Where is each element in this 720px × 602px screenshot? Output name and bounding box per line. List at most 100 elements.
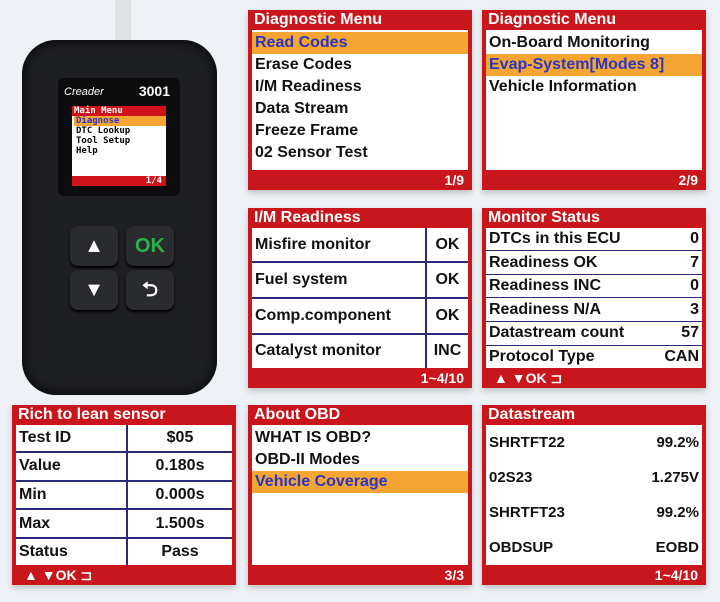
- row-value: 3: [653, 297, 702, 322]
- menu-item[interactable]: Evap-System[Modes 8]: [486, 54, 702, 76]
- table-row: SHRTFT23 99.2%: [486, 495, 702, 530]
- datastream-panel: Datastream SHRTFT22 99.2% 02S23 1.275V SHRTF…: [482, 405, 706, 585]
- row-label: SHRTFT23: [489, 504, 565, 521]
- obd-scanner-device: Creader 3001 Main Menu Diagnose DTC Looku…: [22, 40, 217, 395]
- device-screen-bezel: Creader 3001 Main Menu Diagnose DTC Looku…: [58, 78, 180, 196]
- back-button[interactable]: ⮌: [126, 270, 174, 310]
- row-value: OK: [424, 228, 468, 264]
- nav-footer: ▲ ▼OK ⊐: [494, 370, 563, 386]
- menu-item[interactable]: OBD-II Modes: [252, 449, 468, 471]
- lcd-title: Main Menu: [72, 106, 166, 116]
- row-label: Status: [19, 542, 68, 560]
- device-lcd: Main Menu Diagnose DTC Lookup Tool Setup He…: [72, 106, 166, 186]
- table-row: Datastream count 57: [486, 321, 702, 346]
- menu-item[interactable]: Erase Codes: [252, 54, 468, 76]
- menu-item[interactable]: I/M Readiness: [252, 76, 468, 98]
- table-row: Comp.component OK: [252, 297, 468, 335]
- table-row: Misfire monitor OK: [252, 228, 468, 264]
- nav-footer: ▲ ▼OK ⊐: [24, 567, 93, 583]
- row-label: Min: [16, 480, 128, 511]
- down-button[interactable]: ▼: [70, 270, 118, 310]
- row-label: Max: [16, 509, 128, 539]
- menu-item[interactable]: WHAT IS OBD?: [252, 427, 468, 449]
- row-label: Catalyst monitor: [255, 342, 382, 360]
- table-row: 02S23 1.275V: [486, 460, 702, 495]
- row-label: Comp.component: [252, 297, 426, 335]
- panel-title: Datastream: [488, 406, 576, 423]
- im-readiness-panel: I/M Readiness Misfire monitor OK Fuel syst…: [248, 208, 472, 388]
- row-label: SHRTFT22: [489, 434, 565, 451]
- table-row: Fuel system OK: [252, 262, 468, 299]
- rich-to-lean-sensor-panel: Rich to lean sensor Test ID $05 Value 0.180…: [12, 405, 236, 585]
- table-row: Readiness INC 0: [486, 274, 702, 299]
- diagnostic-menu-panel-1: Diagnostic Menu Read Codes Erase Codes I/M…: [248, 10, 472, 190]
- monitor-status-panel: Monitor Status DTCs in this ECU 0 Readines…: [482, 208, 706, 388]
- panel-title: Diagnostic Menu: [254, 11, 383, 28]
- table-row: Max 1.500s: [16, 509, 232, 539]
- table-row: DTCs in this ECU 0: [486, 228, 702, 252]
- row-value: Pass: [126, 537, 232, 565]
- table-row: Catalyst monitor INC: [252, 333, 468, 368]
- row-label: 02S23: [489, 469, 533, 486]
- page-indicator: 2/9: [678, 172, 698, 188]
- menu-item[interactable]: Data Stream: [252, 98, 468, 120]
- row-value: OK: [424, 262, 468, 299]
- row-value: 57: [653, 321, 702, 346]
- menu-item[interactable]: Freeze Frame: [252, 120, 468, 142]
- panel-title: Monitor Status: [488, 209, 600, 226]
- row-label: Datastream count: [486, 321, 654, 346]
- row-label: Readiness INC: [486, 274, 654, 299]
- table-row: Readiness N/A 3: [486, 297, 702, 322]
- menu-item[interactable]: Vehicle Information: [486, 76, 702, 98]
- row-value: 0: [653, 228, 702, 252]
- table-row: Protocol Type CAN: [486, 345, 702, 368]
- menu-item[interactable]: 02 Sensor Test: [252, 142, 468, 164]
- table-row: SHRTFT22 99.2%: [486, 425, 702, 460]
- menu-item[interactable]: Diagnose: [74, 116, 166, 126]
- row-label: Value: [16, 452, 128, 482]
- row-value: EOBD: [655, 539, 699, 556]
- table-row: OBDSUP EOBD: [486, 530, 702, 565]
- panel-title: I/M Readiness: [254, 209, 361, 226]
- row-value: 1.500s: [126, 509, 232, 539]
- row-label: DTCs in this ECU: [486, 228, 654, 252]
- diagnostic-menu-panel-2: Diagnostic Menu On-Board Monitoring Evap-…: [482, 10, 706, 190]
- brand-logo: Creader: [64, 86, 104, 98]
- row-value: $05: [126, 425, 232, 454]
- model-number: 3001: [138, 83, 170, 99]
- menu-item[interactable]: On-Board Monitoring: [486, 32, 702, 54]
- menu-item[interactable]: Help: [74, 146, 166, 156]
- row-label: Readiness N/A: [486, 297, 654, 322]
- panel-title: About OBD: [254, 406, 341, 423]
- up-button[interactable]: ▲: [70, 226, 118, 266]
- table-row: Status Pass: [16, 537, 232, 565]
- page-indicator: 1~4/10: [420, 370, 464, 386]
- row-value: OK: [424, 297, 468, 335]
- row-value: 7: [653, 250, 702, 275]
- row-label: Fuel system: [252, 262, 426, 299]
- menu-item[interactable]: Tool Setup: [74, 136, 166, 146]
- row-label: Test ID: [16, 425, 128, 454]
- row-label: Protocol Type: [489, 347, 595, 365]
- about-obd-panel: About OBD WHAT IS OBD? OBD-II Modes Vehicl…: [248, 405, 472, 585]
- panel-title: Diagnostic Menu: [488, 11, 617, 28]
- menu-item[interactable]: DTC Lookup: [74, 126, 166, 136]
- ok-button[interactable]: OK: [126, 226, 174, 266]
- table-row: Readiness OK 7: [486, 250, 702, 275]
- panel-title: Rich to lean sensor: [18, 406, 166, 423]
- table-row: Test ID $05: [16, 425, 232, 454]
- menu-item[interactable]: Vehicle Coverage: [252, 471, 468, 493]
- lcd-page: 1/4: [72, 176, 166, 186]
- row-value: 0: [653, 274, 702, 299]
- page-indicator: 1/9: [444, 172, 464, 188]
- row-value: 1.275V: [651, 469, 699, 486]
- page-indicator: 3/3: [444, 567, 464, 583]
- row-value: INC: [424, 333, 468, 368]
- row-value: CAN: [664, 347, 699, 365]
- row-label: OBDSUP: [489, 539, 554, 556]
- page-indicator: 1~4/10: [654, 567, 698, 583]
- table-row: Min 0.000s: [16, 480, 232, 511]
- row-value: 0.180s: [126, 452, 232, 482]
- row-value: 99.2%: [656, 434, 699, 451]
- menu-item[interactable]: Read Codes: [252, 32, 468, 54]
